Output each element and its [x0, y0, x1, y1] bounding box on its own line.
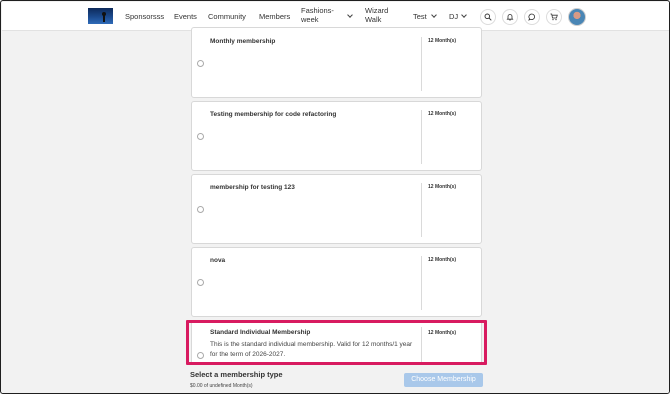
membership-card[interactable]: Monthly membership 12 Month(s) [191, 27, 482, 98]
membership-card[interactable]: nova 12 Month(s) [191, 247, 482, 317]
membership-card[interactable]: Testing membership for code refactoring … [191, 101, 482, 171]
nav-members[interactable]: Members [259, 12, 290, 21]
chevron-down-icon [347, 12, 353, 18]
chevron-down-icon [461, 12, 467, 18]
membership-radio[interactable] [197, 60, 204, 67]
messages-button[interactable] [524, 9, 540, 25]
nav-wizard-walk[interactable]: Wizard Walk [365, 6, 395, 24]
membership-title: membership for testing 123 [210, 184, 295, 191]
nav-community[interactable]: Community [208, 12, 246, 21]
app-frame: Sponsorsss Events Community Members Fash… [0, 0, 670, 394]
membership-title: Testing membership for code refactoring [210, 111, 337, 118]
card-divider [421, 256, 422, 310]
membership-term: 12 Month(s) [428, 111, 457, 117]
membership-radio[interactable] [197, 206, 204, 213]
footer-title: Select a membership type [190, 370, 283, 379]
nav-dj[interactable]: DJ [449, 12, 458, 21]
card-divider [421, 183, 422, 237]
membership-term: 12 Month(s) [428, 257, 457, 263]
membership-footer: Select a membership type $0.00 of undefi… [2, 365, 669, 393]
search-button[interactable] [480, 9, 496, 25]
membership-term: 12 Month(s) [428, 38, 457, 44]
card-divider [421, 37, 422, 91]
nav-events[interactable]: Events [174, 12, 197, 21]
nav-test[interactable]: Test [413, 12, 427, 21]
card-divider [421, 110, 422, 164]
membership-term: 12 Month(s) [428, 184, 457, 190]
footer-price-summary: $0.00 of undefined Month(s) [190, 383, 253, 389]
cart-button[interactable] [546, 9, 562, 25]
user-avatar[interactable] [568, 8, 586, 26]
notifications-button[interactable] [502, 9, 518, 25]
cart-icon [550, 13, 558, 21]
membership-title: Monthly membership [210, 38, 276, 45]
chat-icon [528, 13, 535, 21]
membership-card[interactable]: membership for testing 123 12 Month(s) [191, 174, 482, 244]
selection-highlight [186, 320, 487, 365]
bell-icon [506, 14, 514, 21]
membership-title: nova [210, 257, 226, 264]
membership-radio[interactable] [197, 279, 204, 286]
membership-radio[interactable] [197, 133, 204, 140]
search-icon [484, 13, 492, 21]
chevron-down-icon [431, 12, 437, 18]
choose-membership-button[interactable]: Choose Membership [404, 373, 483, 387]
site-logo[interactable] [88, 8, 113, 24]
nav-sponsors[interactable]: Sponsorsss [125, 12, 164, 21]
nav-fashions-week[interactable]: Fashions-week [301, 6, 339, 24]
